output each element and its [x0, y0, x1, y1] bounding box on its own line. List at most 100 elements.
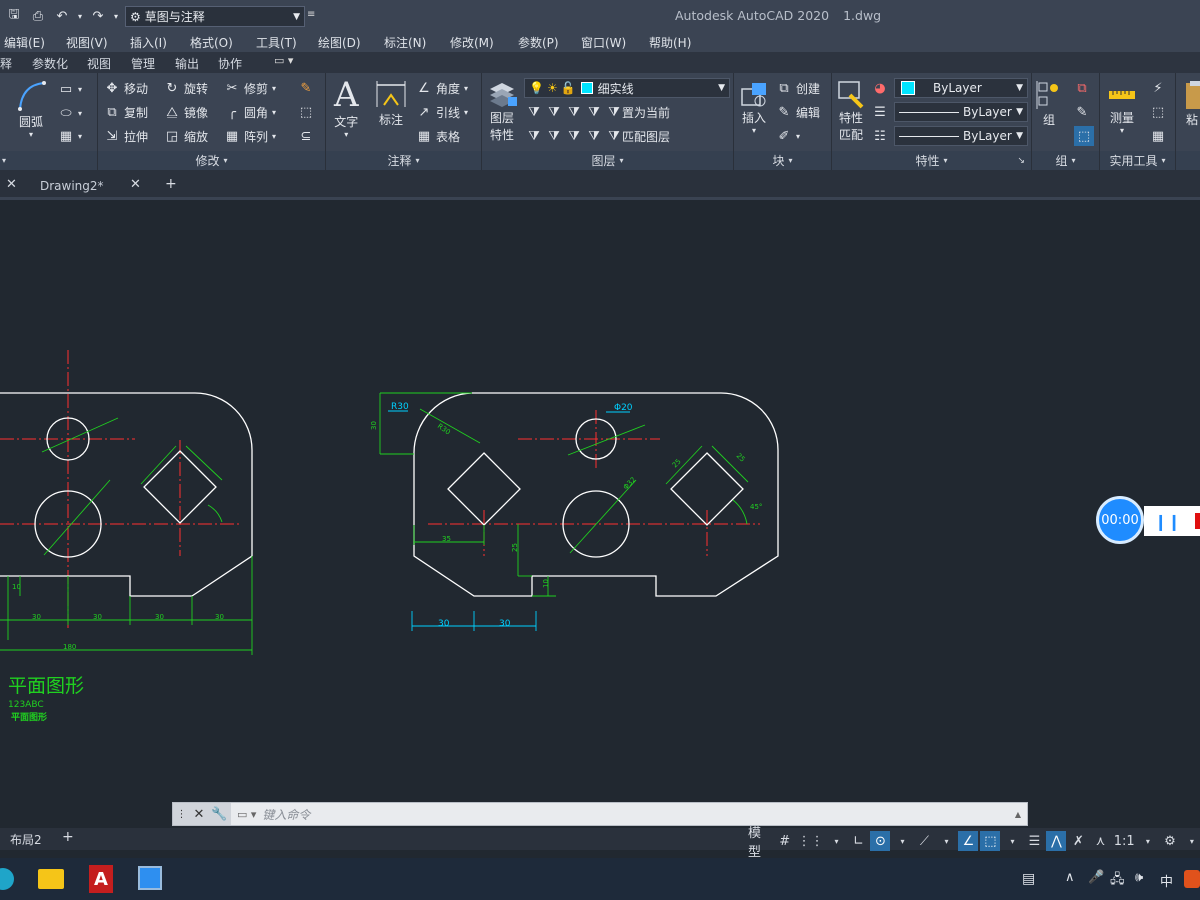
network-icon[interactable]: 🖧: [1110, 870, 1125, 892]
explode-button[interactable]: ⬚: [298, 104, 314, 120]
print-icon[interactable]: ⎙: [28, 6, 48, 26]
insert-button[interactable]: 插入 ▾: [738, 79, 770, 135]
scale-button[interactable]: ◲ 缩放: [164, 128, 208, 145]
menu-insert[interactable]: 插入(I): [130, 34, 167, 51]
tab-parametric[interactable]: 参数化: [32, 55, 68, 72]
workspace-dropdown[interactable]: ⚙ 草图与注释 ▼: [125, 6, 305, 27]
group-button[interactable]: 组: [1036, 79, 1062, 128]
layer-dropdown[interactable]: 💡 ☀ 🔓 细实线 ▼: [524, 78, 730, 98]
redo-icon[interactable]: ↷: [88, 6, 108, 26]
layer-on-icon[interactable]: ⧩: [526, 128, 542, 144]
layer-lock-icon[interactable]: ⧩: [586, 104, 602, 120]
scale-dropdown[interactable]: 1:1: [1112, 831, 1135, 851]
auto-scale-icon[interactable]: ✗: [1068, 831, 1088, 851]
layer-isolate-icon[interactable]: ⧩: [546, 104, 562, 120]
panel-title-block[interactable]: 块 ▾: [734, 151, 831, 170]
hatch-button[interactable]: ▦ ▾: [58, 128, 82, 144]
panel-title-utilities[interactable]: 实用工具 ▾: [1100, 151, 1175, 170]
set-current-button[interactable]: 置为当前: [622, 104, 670, 121]
panel-title-annotation[interactable]: 注释 ▾: [326, 151, 481, 170]
chevron-down-icon[interactable]: ▾: [936, 831, 956, 851]
lineweight-dropdown[interactable]: ByLayer ▼: [894, 126, 1028, 146]
stretch-button[interactable]: ⇲ 拉伸: [104, 128, 148, 145]
sogou-ime-icon[interactable]: [1184, 870, 1200, 888]
chevron-down-icon[interactable]: ▾: [892, 831, 912, 851]
tab-layout2[interactable]: 布局2: [10, 831, 42, 848]
menu-format[interactable]: 格式(O): [190, 34, 233, 51]
create-block-button[interactable]: ⧉ 创建: [776, 80, 820, 97]
close-tab-icon[interactable]: ✕: [6, 177, 17, 192]
close-icon[interactable]: ✕: [193, 807, 204, 822]
layer-unlock-icon[interactable]: ⧩: [586, 128, 602, 144]
add-layout-icon[interactable]: +: [62, 829, 74, 845]
leader-button[interactable]: ↗ 引线 ▾: [416, 104, 468, 121]
tab-manage[interactable]: 管理: [131, 55, 155, 72]
panel-title-layers[interactable]: 图层 ▾: [482, 151, 733, 170]
ortho-icon[interactable]: ∟: [848, 831, 868, 851]
file-explorer-icon[interactable]: [38, 869, 64, 889]
paste-button[interactable]: 粘: [1182, 79, 1200, 128]
edit-block-button[interactable]: ✎ 编辑: [776, 104, 820, 121]
save-as-icon[interactable]: 🖫: [4, 6, 24, 26]
edit-attributes-button[interactable]: ✐ ▾: [776, 128, 800, 144]
erase-button[interactable]: ✎: [298, 80, 314, 96]
polar-tracking-icon[interactable]: ⊙: [870, 831, 891, 851]
edge-browser-icon[interactable]: [0, 868, 14, 890]
linetype-dropdown[interactable]: ByLayer ▼: [894, 102, 1028, 122]
annotation-scale-icon[interactable]: ⋏: [1090, 831, 1110, 851]
tab-annotate[interactable]: 释: [0, 55, 12, 72]
copy-button[interactable]: ⧉ 复制: [104, 104, 148, 121]
group-select-button[interactable]: ⬚: [1074, 126, 1094, 146]
table-button[interactable]: ▦ 表格: [416, 128, 460, 145]
object-snap-tracking-icon[interactable]: ∠: [958, 831, 979, 851]
grip-icon[interactable]: ⋮: [176, 809, 186, 820]
snap-icon[interactable]: ⋮⋮: [797, 831, 825, 851]
menu-draw[interactable]: 绘图(D): [318, 34, 361, 51]
mirror-button[interactable]: ⧋ 镜像: [164, 104, 208, 121]
command-history-icon[interactable]: ▲: [1015, 810, 1021, 819]
match-properties-button[interactable]: 特性 匹配: [836, 79, 866, 143]
menu-view[interactable]: 视图(V): [66, 34, 108, 51]
dialog-launcher-icon[interactable]: ↘: [1017, 156, 1025, 166]
isodraft-icon[interactable]: ⟋: [914, 831, 934, 851]
rotate-button[interactable]: ↻ 旋转: [164, 80, 208, 97]
drawing-canvas[interactable]: 30 30 30 30 180 10 平面图形 123ABC 平面图形 30 R…: [0, 200, 1200, 828]
photos-icon[interactable]: [138, 866, 162, 890]
redo-dropdown-icon[interactable]: ▾: [112, 6, 120, 26]
wrench-icon[interactable]: 🔧: [211, 807, 227, 822]
panel-title-properties[interactable]: 特性 ▾ ↘: [832, 151, 1031, 170]
ungroup-button[interactable]: ⧉: [1074, 80, 1090, 96]
select-all-button[interactable]: ⬚: [1150, 104, 1166, 120]
match-layer-button[interactable]: 匹配图层: [622, 128, 670, 145]
layer-unisolate-icon[interactable]: ⧩: [546, 128, 562, 144]
annotation-visibility-icon[interactable]: ⋀: [1046, 831, 1067, 851]
trim-button[interactable]: ✂ 修剪 ▾: [224, 80, 276, 97]
object-snap-icon[interactable]: ⬚: [980, 831, 1001, 851]
tab-collaborate[interactable]: 协作: [218, 55, 242, 72]
menu-window[interactable]: 窗口(W): [581, 34, 626, 51]
gear-icon[interactable]: ⚙: [1160, 831, 1180, 851]
layer-freeze-icon[interactable]: ⧩: [566, 104, 582, 120]
menu-modify[interactable]: 修改(M): [450, 34, 494, 51]
group-edit-button[interactable]: ✎: [1074, 104, 1090, 120]
customize-qat-icon[interactable]: ≡: [307, 9, 315, 20]
grid-icon[interactable]: #: [775, 831, 795, 851]
lineweight-display-icon[interactable]: ☰: [1024, 831, 1044, 851]
close-tab-icon[interactable]: ✕: [130, 177, 141, 192]
measure-button[interactable]: 测量 ▾: [1106, 79, 1138, 135]
text-button[interactable]: A 文字 ▾: [334, 77, 359, 139]
array-button[interactable]: ▦ 阵列 ▾: [224, 128, 276, 145]
stop-icon[interactable]: [1194, 513, 1200, 529]
chevron-down-icon[interactable]: ▾: [1182, 831, 1200, 851]
menu-tools[interactable]: 工具(T): [256, 34, 297, 51]
model-space-button[interactable]: 模型: [745, 826, 773, 860]
tab-output[interactable]: 输出: [175, 55, 199, 72]
command-prompt-icon[interactable]: ▭ ▾: [237, 808, 256, 821]
ribbon-toggle-icon[interactable]: ▭ ▾: [274, 54, 293, 67]
fillet-button[interactable]: ╭ 圆角 ▾: [224, 104, 276, 121]
chevron-down-icon[interactable]: ▾: [1138, 831, 1158, 851]
offset-button[interactable]: ⊆: [298, 128, 314, 144]
panel-title-groups[interactable]: 组 ▾: [1032, 151, 1099, 170]
menu-edit[interactable]: 编辑(E): [4, 34, 45, 51]
ime-language[interactable]: 中: [1160, 871, 1173, 890]
